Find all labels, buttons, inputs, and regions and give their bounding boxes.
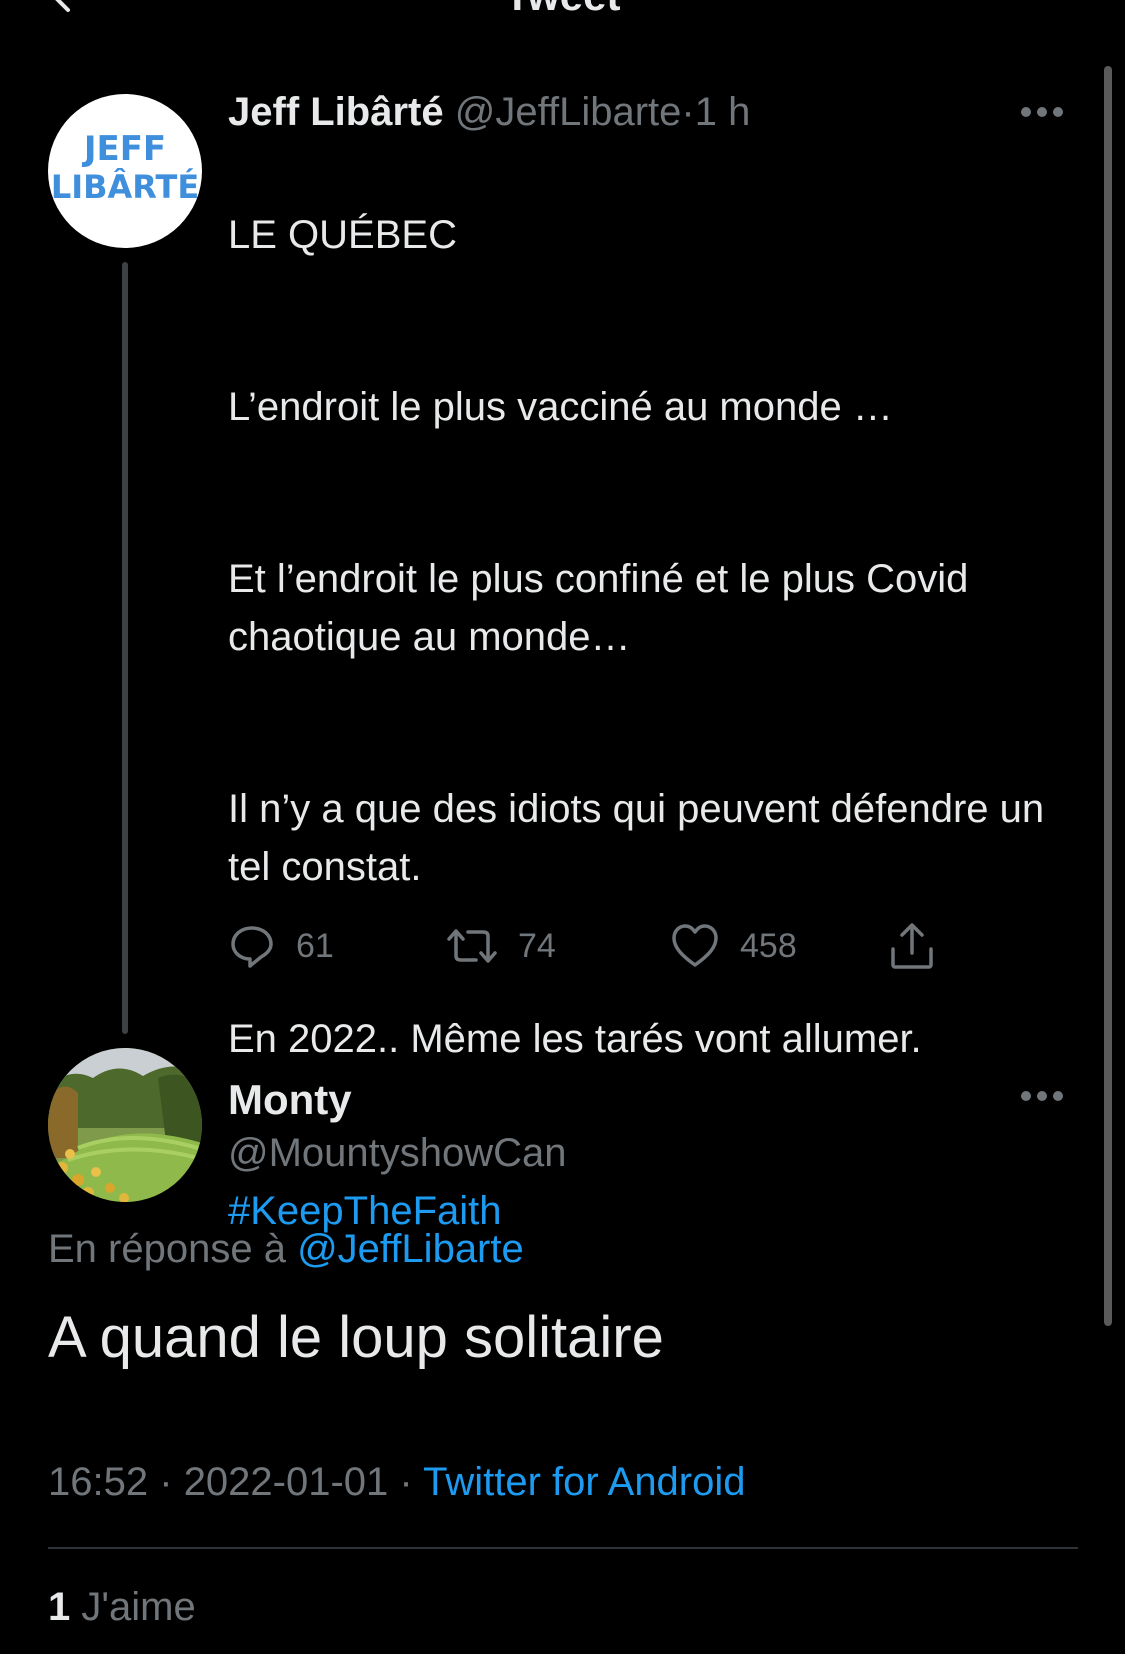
tweet-time: 1 h [694,90,751,134]
tweet-meta: 16:52 · 2022-01-01 · Twitter for Android [48,1455,746,1509]
in-reply-to-label: En réponse à [48,1227,286,1271]
tweet-source[interactable]: Twitter for Android [423,1460,745,1504]
retweet-button[interactable]: 74 [446,918,556,974]
in-reply-to: En réponse à @JeffLibarte [48,1222,524,1276]
in-reply-to-mention[interactable]: @JeffLibarte [297,1227,524,1271]
tweet-author-line: Jeff Libârté @JeffLibarte·1 h [228,86,750,138]
tweet-paragraph: LE QUÉBEC [228,213,457,257]
svg-text:LIBÂRTÉ: LIBÂRTÉ [51,168,199,206]
likes-summary[interactable]: 1 J'aime [48,1580,196,1634]
reply-count: 61 [296,926,334,965]
logo-jeff-libarte: JEFF LIBÂRTÉ [51,129,199,206]
likes-count: 1 [48,1585,71,1629]
landscape-photo [48,1048,202,1202]
separator-dot: · [159,1460,173,1504]
retweet-icon [447,929,497,963]
heart-icon [672,924,718,967]
separator-dot: · [681,90,695,134]
more-horizontal-icon[interactable] [1020,106,1064,118]
divider [48,1547,1078,1549]
avatar-monty[interactable] [48,1048,202,1202]
reply-button[interactable]: 61 [228,918,334,974]
separator-dot: · [399,1460,413,1504]
share-button[interactable] [888,918,936,974]
more-horizontal-icon[interactable] [1020,1090,1064,1102]
page-title: Tweet [0,0,1125,20]
tweet-paragraph: L’endroit le plus vacciné au monde … [228,385,893,429]
tweet-actions: 61 74 458 [228,918,988,974]
top-bar: Tweet [0,0,1125,30]
reply-author-handle[interactable]: @MountyshowCan [228,1126,567,1180]
reply-text: A quand le loup solitaire [48,1305,664,1370]
tweet-paragraph: Et l’endroit le plus confiné et le plus … [228,557,969,659]
thread-connector-line [122,262,128,1034]
tweet-date[interactable]: 2022-01-01 [184,1460,389,1504]
tweet-paragraph: Il n’y a que des idiots qui peuvent défe… [228,787,1045,889]
reply-author-name[interactable]: Monty [228,1073,352,1127]
retweet-count: 74 [518,926,556,965]
like-button[interactable]: 458 [670,918,797,974]
like-count: 458 [740,926,797,965]
reply-icon [231,926,273,968]
scrollbar[interactable] [1104,66,1112,1326]
svg-text:JEFF: JEFF [82,129,166,169]
share-icon [891,923,933,969]
likes-label: J'aime [81,1585,196,1629]
tweet-paragraph: En 2022.. Même les tarés vont allumer. [228,1017,922,1061]
tweet-time[interactable]: 16:52 [48,1460,148,1504]
avatar-jeff-libarte[interactable]: JEFF LIBÂRTÉ [48,94,202,248]
author-handle[interactable]: @JeffLibarte [455,90,682,134]
author-name[interactable]: Jeff Libârté [228,90,444,134]
